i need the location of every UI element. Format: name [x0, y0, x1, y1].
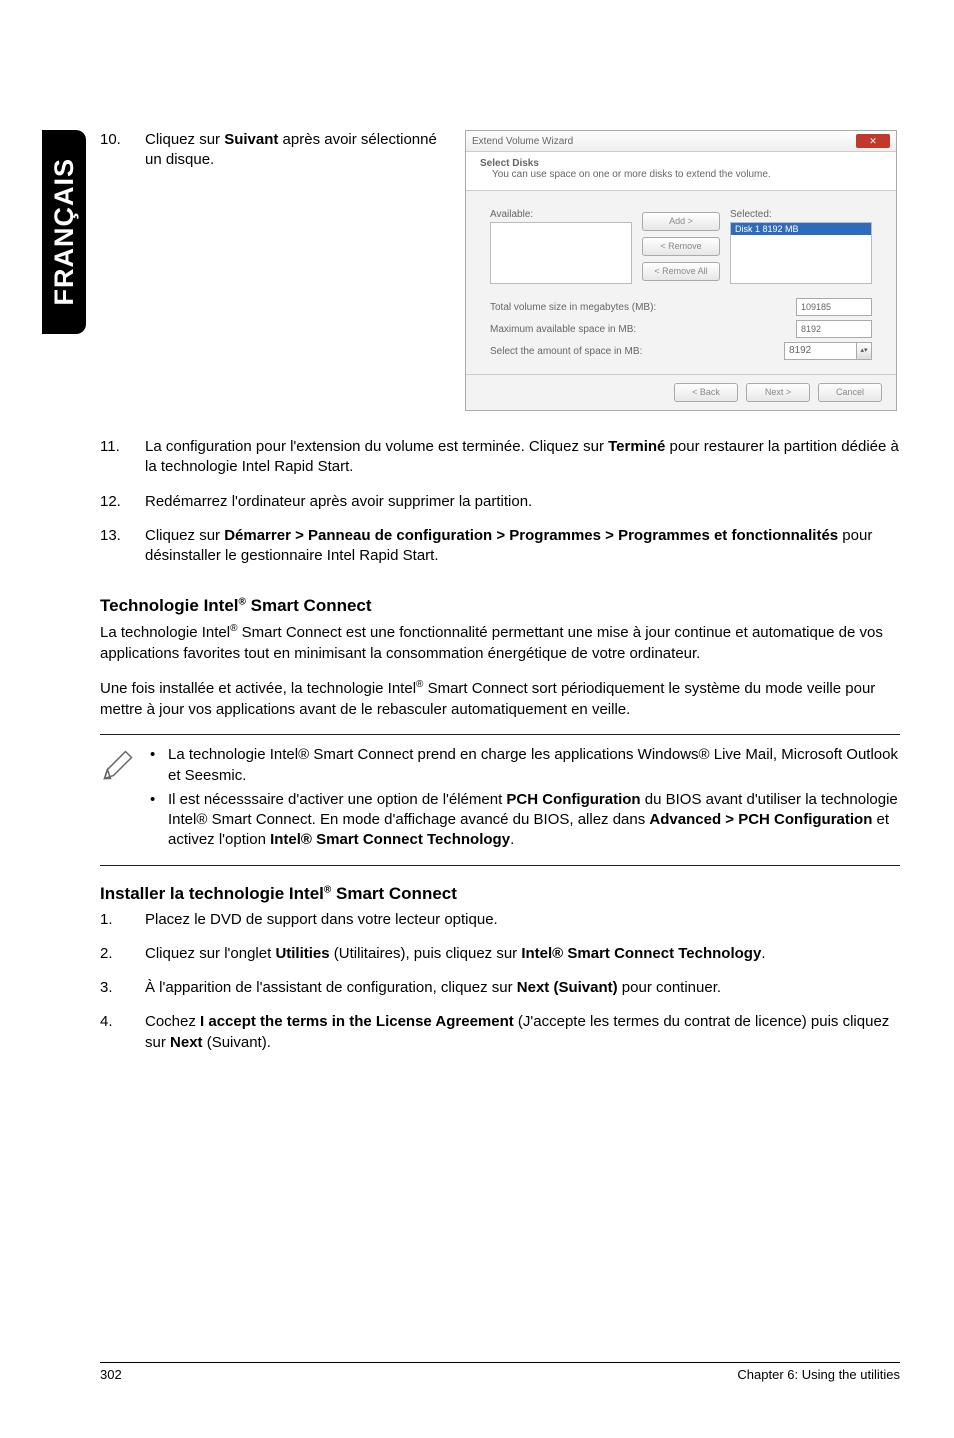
note-item: La technologie Intel® Smart Connect pren… — [150, 745, 900, 786]
add-button[interactable]: Add > — [642, 212, 720, 231]
step-text: Redémarrez l'ordinateur après avoir supp… — [145, 492, 900, 512]
page-number: 302 — [100, 1367, 122, 1382]
wizard-subtitle: You can use space on one or more disks t… — [480, 169, 771, 180]
max-space-value: 8192 — [796, 320, 872, 338]
select-space-input[interactable]: 8192▴▾ — [784, 342, 872, 360]
wizard-heading: Select Disks — [480, 158, 539, 169]
total-size-value: 109185 — [796, 298, 872, 316]
step-number: 10. — [100, 130, 145, 171]
step-text: Placez le DVD de support dans votre lect… — [145, 910, 900, 930]
select-space-label: Select the amount of space in MB: — [490, 346, 642, 357]
available-label: Available: — [490, 209, 533, 220]
total-size-label: Total volume size in megabytes (MB): — [490, 302, 656, 313]
step-number: 3. — [100, 978, 145, 998]
pen-icon — [100, 745, 150, 854]
wizard-title: Extend Volume Wizard — [472, 136, 573, 147]
note-list: La technologie Intel® Smart Connect pren… — [150, 745, 900, 854]
step-text: Cliquez sur l'onglet Utilities (Utilitai… — [145, 944, 900, 964]
remove-button[interactable]: < Remove — [642, 237, 720, 256]
extend-volume-wizard: Extend Volume Wizard ✕ Select Disks You … — [465, 130, 897, 411]
step-text: À l'apparition de l'assistant de configu… — [145, 978, 900, 998]
step-number: 4. — [100, 1012, 145, 1053]
step-number: 1. — [100, 910, 145, 930]
note-block: La technologie Intel® Smart Connect pren… — [100, 734, 900, 865]
spinner-icon[interactable]: ▴▾ — [856, 343, 871, 359]
section-heading-smart-connect: Technologie Intel® Smart Connect — [100, 596, 900, 616]
paragraph: Une fois installée et activée, la techno… — [100, 678, 900, 720]
note-item: Il est nécesssaire d'activer une option … — [150, 790, 900, 851]
language-tab-text: FRANÇAIS — [49, 158, 80, 306]
page-footer: 302 Chapter 6: Using the utilities — [100, 1362, 900, 1382]
step-text: La configuration pour l'extension du vol… — [145, 437, 900, 478]
chapter-label: Chapter 6: Using the utilities — [737, 1367, 900, 1382]
selected-label: Selected: — [730, 209, 772, 220]
available-list[interactable] — [490, 222, 632, 284]
next-button[interactable]: Next > — [746, 383, 810, 402]
cancel-button[interactable]: Cancel — [818, 383, 882, 402]
back-button[interactable]: < Back — [674, 383, 738, 402]
remove-all-button[interactable]: < Remove All — [642, 262, 720, 281]
step-text: Cliquez sur Suivant après avoir sélectio… — [145, 130, 445, 171]
section-heading-install: Installer la technologie Intel® Smart Co… — [100, 884, 900, 904]
selected-item[interactable]: Disk 1 8192 MB — [731, 223, 871, 235]
step-number: 2. — [100, 944, 145, 964]
close-icon[interactable]: ✕ — [856, 134, 890, 148]
page-content: 10. Cliquez sur Suivant après avoir séle… — [100, 130, 900, 1067]
selected-list[interactable]: Disk 1 8192 MB — [730, 222, 872, 284]
paragraph: La technologie Intel® Smart Connect est … — [100, 622, 900, 664]
step-text: Cliquez sur Démarrer > Panneau de config… — [145, 526, 900, 567]
step-number: 13. — [100, 526, 145, 567]
step-number: 12. — [100, 492, 145, 512]
language-tab: FRANÇAIS — [42, 130, 86, 334]
step-number: 11. — [100, 437, 145, 478]
max-space-label: Maximum available space in MB: — [490, 324, 636, 335]
step-text: Cochez I accept the terms in the License… — [145, 1012, 900, 1053]
